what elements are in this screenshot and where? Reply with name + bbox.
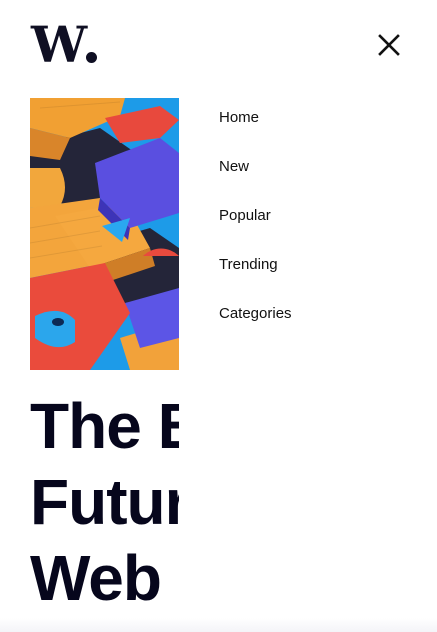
- headline-line-2: Future of: [30, 466, 179, 538]
- close-icon: [378, 34, 400, 56]
- menu-item-trending[interactable]: Trending: [219, 240, 292, 289]
- main-nav-menu: Home New Popular Trending Categories: [219, 93, 292, 338]
- site-logo[interactable]: W: [31, 15, 98, 74]
- menu-item-new[interactable]: New: [219, 142, 292, 191]
- article-headline[interactable]: The Bright Future of Web 3.0?: [30, 388, 179, 616]
- menu-item-popular[interactable]: Popular: [219, 191, 292, 240]
- bottom-fade: [0, 618, 437, 632]
- hero-image[interactable]: [30, 98, 179, 370]
- logo-wordmark: W: [31, 15, 87, 74]
- headline-container: The Bright Future of Web 3.0?: [30, 388, 179, 618]
- headline-line-3: Web 3.0?: [30, 542, 179, 614]
- close-menu-button[interactable]: [372, 28, 406, 62]
- menu-item-categories[interactable]: Categories: [219, 289, 292, 338]
- logo-dot: [86, 52, 98, 63]
- abstract-3d-blocks-image: [30, 98, 179, 370]
- headline-line-1: The Bright: [30, 390, 179, 462]
- menu-item-home[interactable]: Home: [219, 93, 292, 142]
